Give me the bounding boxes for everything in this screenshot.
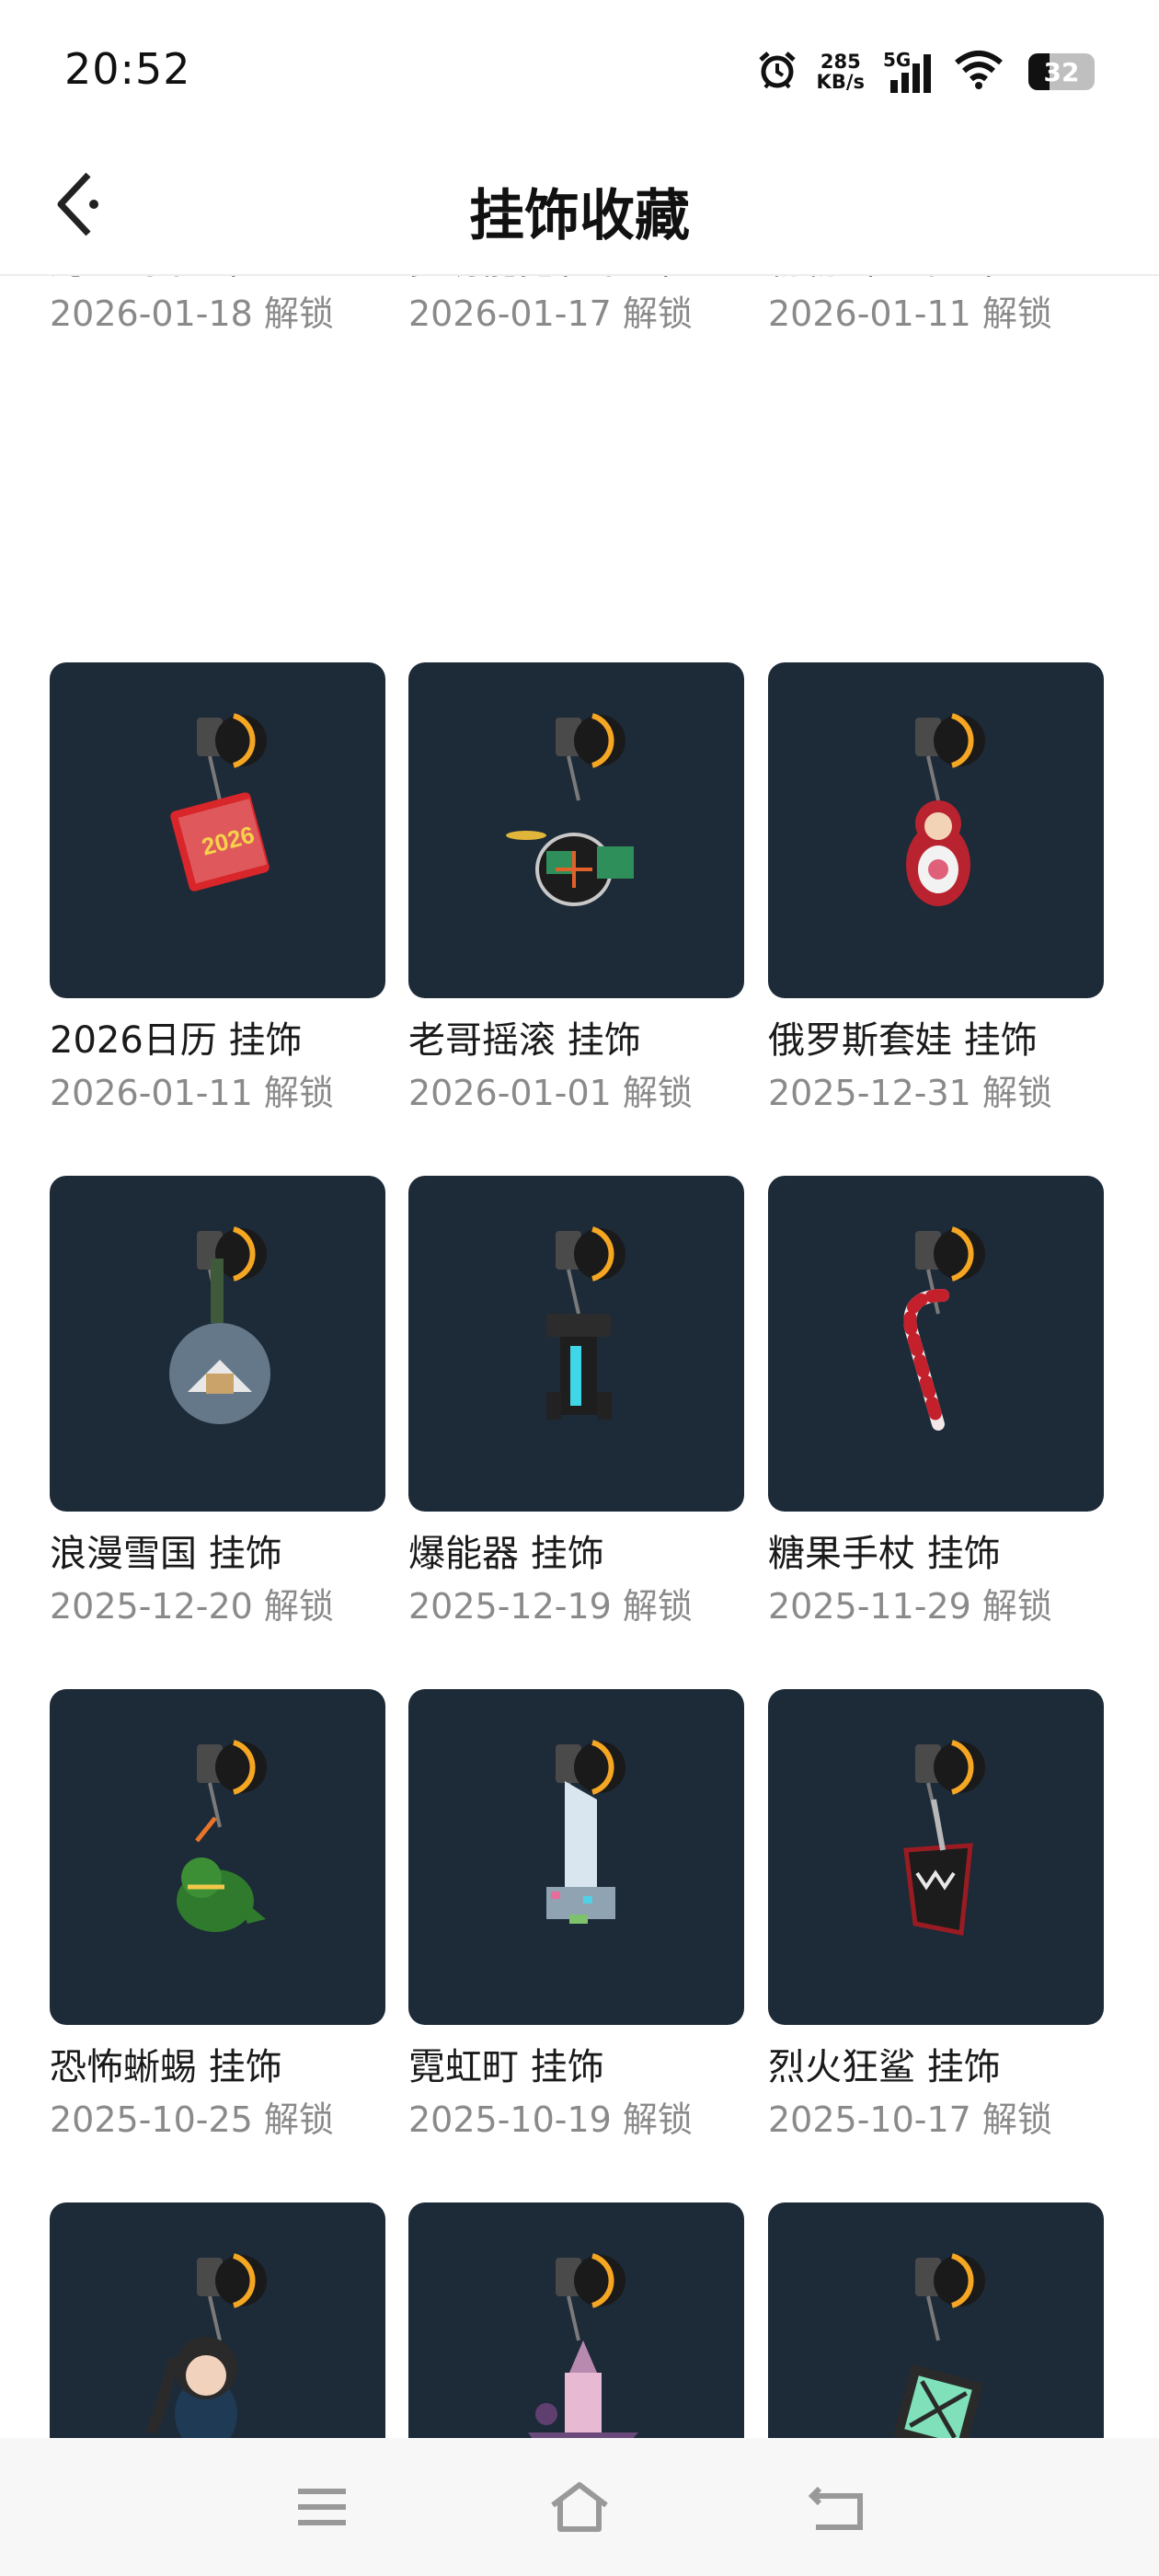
charm-clip-icon [915,713,985,801]
cellular-signal-icon: 5G [883,49,935,95]
charm-list[interactable]: 烤吐司 挂饰2026-01-18 解锁多功能拖鞋 挂饰2026-01-17 解锁… [0,274,1159,2438]
charm-clip-icon [915,2253,985,2341]
menu-icon [298,2489,346,2525]
calendar-charm-icon: 2026 [170,713,270,891]
alarm-icon [756,49,798,95]
home-icon [551,2482,608,2532]
charm-item[interactable]: 俄罗斯套娃 挂饰 2025-12-31 解锁 [768,662,1104,1114]
menu-button[interactable] [285,2475,359,2539]
unlock-date: 2026-01-01 解锁 [408,1073,693,1113]
charm-clip-icon [556,1226,625,1315]
network-type: 5G [883,49,912,71]
page-title: 挂饰收藏 [469,184,690,248]
charm-thumbnail[interactable]: 2026 [50,662,385,998]
return-button[interactable] [800,2475,874,2539]
system-nav-bar [0,2438,1159,2576]
floating-city-charm-icon [528,2253,638,2438]
unlock-date: 2025-10-19 解锁 [408,2099,693,2140]
charm-name: 霓虹町 挂饰 [408,2046,604,2088]
wifi-icon [953,50,1004,94]
charm-name: 恐怖蜥蜴 挂饰 [50,2046,282,2088]
unlock-date: 2026-01-17 解锁 [408,293,693,334]
charm-thumbnail[interactable] [50,1689,385,2025]
charm-name: 爆能器 挂饰 [408,1533,604,1575]
candy-cane-charm-icon [903,1226,985,1431]
network-speed-value: 285 [820,51,861,73]
charm-item[interactable]: 源晶箱 挂饰2025-08-19 解锁 [768,2202,1104,2438]
lizard-charm-icon [177,1740,267,1932]
charm-item[interactable]: 亚海悬城 挂饰2025-10-12 解锁 [408,2202,744,2438]
unlock-date: 2026-01-11 解锁 [768,293,1052,334]
clock: 20:52 [64,44,191,94]
charm-item[interactable]: 老哥摇滚 挂饰 2026-01-01 解锁 [408,662,744,1114]
charm-item[interactable]: 2026 2026日历 挂饰 2026-01-11 解锁 [50,662,385,1114]
charm-thumbnail[interactable] [50,2202,385,2438]
home-button[interactable] [543,2475,616,2539]
charm-thumbnail[interactable] [408,2202,744,2438]
charm-item[interactable]: 粉粉雪人 挂饰2026-01-11 解锁 [768,274,1104,335]
charm-clip-icon [556,713,625,801]
charm-item[interactable]: 浪漫雪国 挂饰 2025-12-20 解锁 [50,1176,385,1627]
charm-clip-icon [197,1740,267,1828]
charm-thumbnail[interactable] [408,1689,744,2025]
neon-city-charm-icon [546,1740,625,1924]
charm-thumbnail[interactable] [768,1689,1104,2025]
charm-name: 糖果手杖 挂饰 [768,1533,1001,1575]
charm-thumbnail[interactable] [768,662,1104,998]
charm-name: 烈火狂鲨 挂饰 [768,2046,1001,2088]
charm-clip-icon [556,2253,625,2341]
crystal-box-charm-icon [893,2253,985,2438]
drum-kit-charm-icon [506,713,634,906]
snow-globe-charm-icon [169,1226,270,1424]
charm-item[interactable]: 无畏契约第一卷 贤者 挂饰2025-10-17 解锁 [50,2202,385,2438]
blaster-charm-icon [546,1226,625,1420]
unlock-date: 2025-12-20 解锁 [50,1586,334,1627]
charm-thumbnail[interactable] [408,1176,744,1512]
charm-clip-icon [197,2253,267,2341]
matryoshka-charm-icon [906,713,985,906]
charm-name: 老哥摇滚 挂饰 [408,1019,641,1062]
charm-thumbnail[interactable] [768,2202,1104,2438]
unlock-date: 2025-11-29 解锁 [768,1586,1052,1627]
return-icon [808,2486,863,2530]
charm-item[interactable]: 多功能拖鞋 挂饰2026-01-17 解锁 [408,274,744,335]
unlock-date: 2025-10-25 解锁 [50,2099,334,2140]
status-icons: 285 KB/s 5G 32 [756,46,1095,98]
battery-icon: 32 [1028,53,1095,90]
network-speed: 285 KB/s [817,52,865,92]
unlock-date: 2026-01-18 解锁 [50,293,334,334]
charm-item[interactable]: 糖果手杖 挂饰 2025-11-29 解锁 [768,1176,1104,1627]
unlock-date: 2025-12-19 解锁 [408,1586,693,1627]
charm-thumbnail[interactable] [50,1176,385,1512]
battery-level: 32 [1043,57,1080,87]
charm-item[interactable]: 霓虹町 挂饰 2025-10-19 解锁 [408,1689,744,2141]
sage-figure-charm-icon [145,2253,267,2438]
header: 挂饰收藏 [0,138,1159,276]
charm-item[interactable]: 恐怖蜥蜴 挂饰 2025-10-25 解锁 [50,1689,385,2141]
charm-thumbnail[interactable] [408,662,744,998]
unlock-date: 2026-01-11 解锁 [50,1073,334,1113]
shark-charm-icon [903,1740,985,1936]
network-speed-unit: KB/s [816,71,865,93]
charm-clip-icon [197,1226,267,1315]
charm-thumbnail[interactable] [768,1176,1104,1512]
charm-clip-icon [197,713,267,801]
unlock-date: 2025-10-17 解锁 [768,2099,1052,2140]
charm-item[interactable]: 烈火狂鲨 挂饰 2025-10-17 解锁 [768,1689,1104,2141]
charm-name: 俄罗斯套娃 挂饰 [768,1019,1038,1062]
charm-clip-icon [915,1740,985,1828]
charm-name: 2026日历 挂饰 [50,1019,303,1062]
status-bar: 20:52 285 KB/s 5G 32 [0,0,1159,138]
charm-item[interactable]: 爆能器 挂饰 2025-12-19 解锁 [408,1176,744,1627]
charm-name: 浪漫雪国 挂饰 [50,1533,282,1575]
unlock-date: 2025-12-31 解锁 [768,1073,1052,1113]
charm-item[interactable]: 烤吐司 挂饰2026-01-18 解锁 [50,274,385,335]
